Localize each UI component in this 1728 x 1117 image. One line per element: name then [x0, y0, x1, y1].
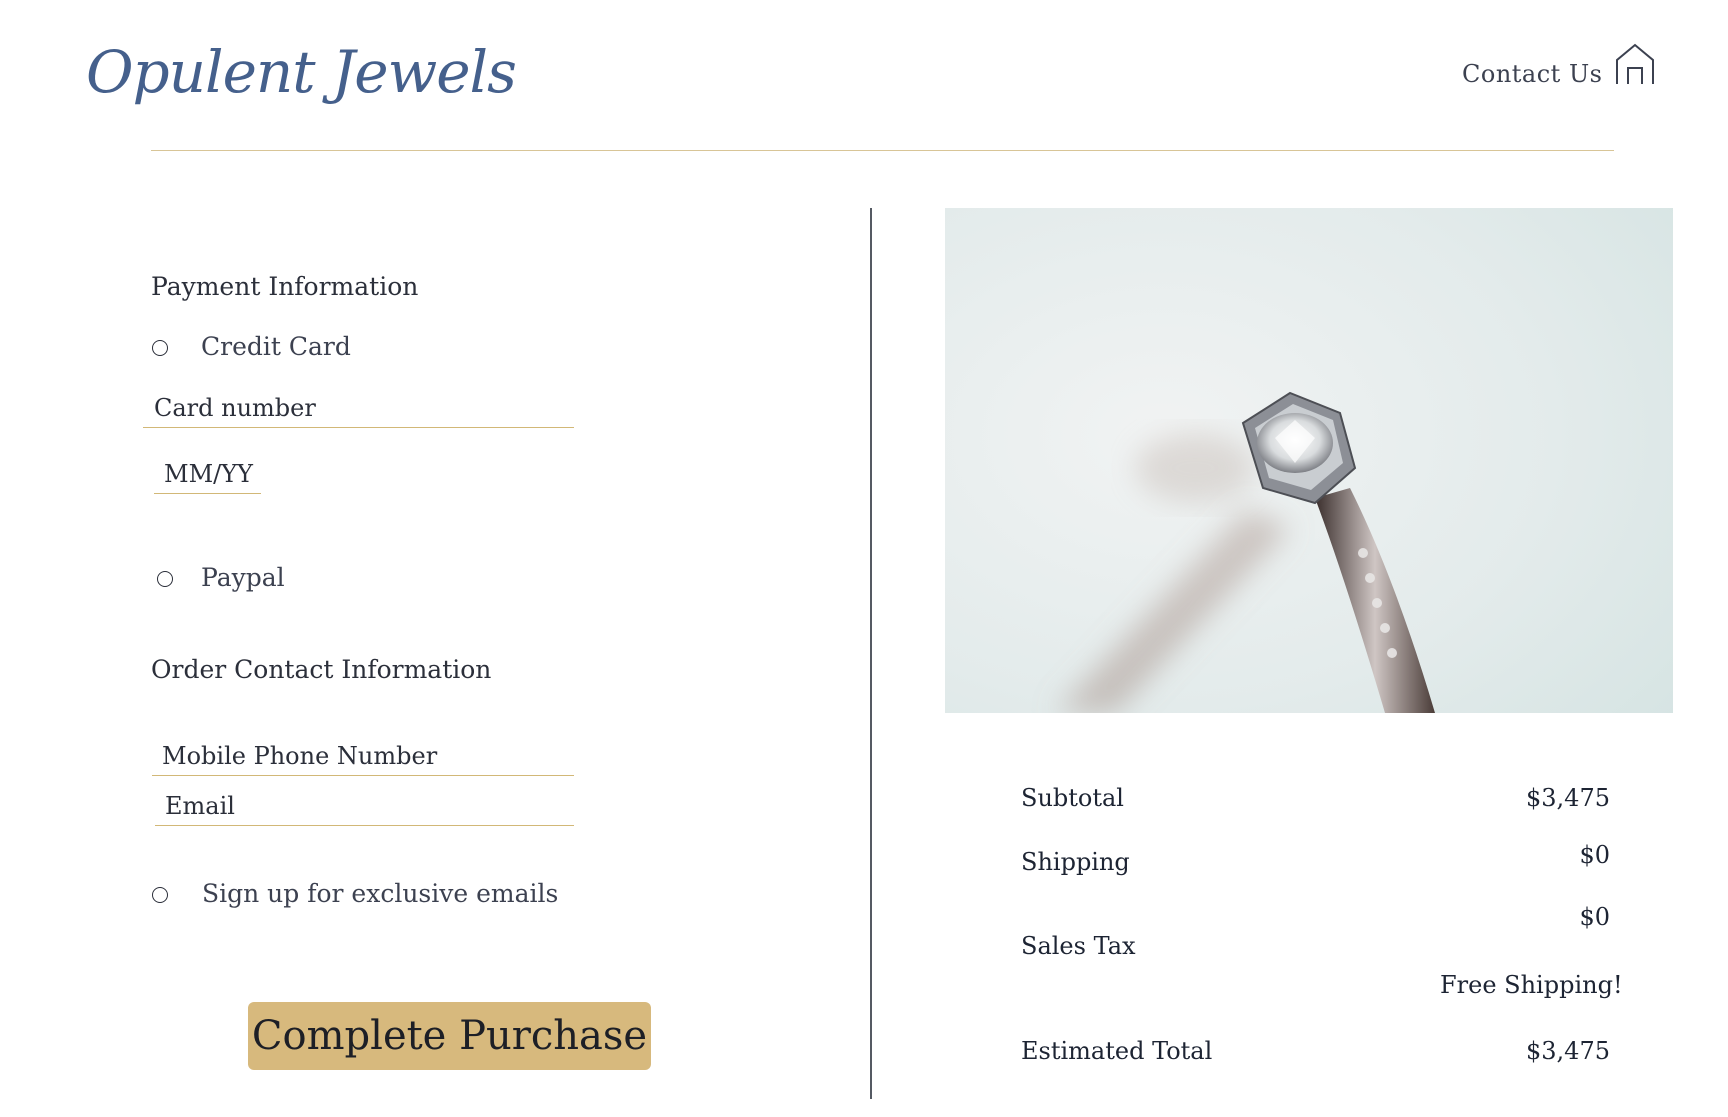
- shipping-value: $0: [1579, 841, 1610, 869]
- email-signup-label: Sign up for exclusive emails: [202, 879, 559, 908]
- paypal-radio[interactable]: [157, 571, 173, 587]
- header-divider: [151, 150, 1614, 151]
- complete-purchase-button[interactable]: Complete Purchase: [248, 1002, 651, 1070]
- contact-section-title: Order Contact Information: [151, 655, 492, 684]
- phone-placeholder: Mobile Phone Number: [162, 742, 438, 770]
- estimated-total-label: Estimated Total: [1021, 1037, 1213, 1065]
- email-field[interactable]: Email: [155, 792, 574, 826]
- email-placeholder: Email: [165, 792, 235, 820]
- estimated-total-value: $3,475: [1526, 1037, 1610, 1065]
- column-divider: [870, 208, 872, 1099]
- credit-card-label: Credit Card: [201, 332, 351, 361]
- sales-tax-label: Sales Tax: [1021, 932, 1136, 960]
- contact-us-link[interactable]: Contact Us: [1462, 60, 1602, 88]
- brand-logo[interactable]: Opulent Jewels: [86, 38, 517, 106]
- free-shipping-note: Free Shipping!: [1440, 971, 1623, 999]
- card-number-field[interactable]: Card number: [143, 394, 574, 428]
- shipping-label: Shipping: [1021, 848, 1130, 876]
- expiry-field[interactable]: MM/YY: [154, 460, 261, 494]
- expiry-placeholder: MM/YY: [164, 460, 253, 488]
- home-icon[interactable]: [1614, 42, 1656, 86]
- payment-section-title: Payment Information: [151, 272, 419, 301]
- product-image: [945, 208, 1673, 713]
- subtotal-label: Subtotal: [1021, 784, 1124, 812]
- sales-tax-value: $0: [1579, 903, 1610, 931]
- email-signup-radio[interactable]: [152, 887, 168, 903]
- subtotal-value: $3,475: [1526, 784, 1610, 812]
- credit-card-radio[interactable]: [152, 340, 168, 356]
- card-number-placeholder: Card number: [154, 394, 316, 422]
- phone-field[interactable]: Mobile Phone Number: [152, 742, 574, 776]
- paypal-label: Paypal: [201, 563, 285, 592]
